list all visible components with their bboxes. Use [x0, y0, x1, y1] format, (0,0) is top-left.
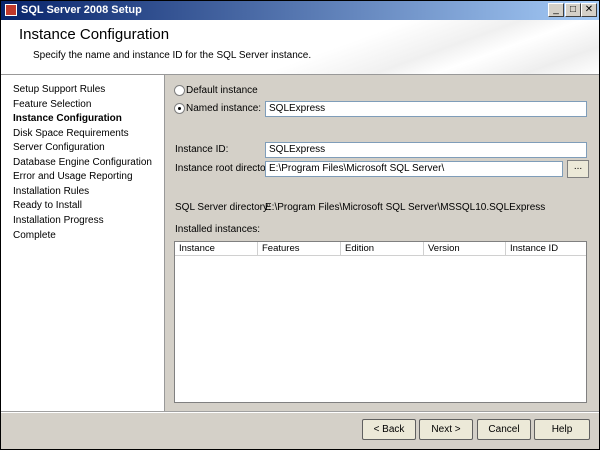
sidebar-item-disk-space-requirements[interactable]: Disk Space Requirements [13, 128, 129, 139]
sidebar-item-instance-configuration[interactable]: Instance Configuration [13, 113, 122, 124]
sidebar-item-setup-support-rules[interactable]: Setup Support Rules [13, 84, 105, 95]
sidebar-item-installation-progress[interactable]: Installation Progress [13, 215, 104, 226]
setup-window: SQL Server 2008 Setup _ □ ✕ Instance Con… [0, 0, 600, 450]
footer-divider [1, 411, 599, 413]
page-title: Instance Configuration [19, 26, 170, 43]
sidebar-item-error-usage-reporting[interactable]: Error and Usage Reporting [13, 171, 133, 182]
default-instance-radio[interactable] [174, 85, 185, 96]
sidebar-item-complete[interactable]: Complete [13, 230, 56, 241]
installed-instances-table[interactable]: Instance Features Edition Version Instan… [174, 241, 587, 403]
minimize-button[interactable]: _ [548, 3, 564, 17]
page-subtitle: Specify the name and instance ID for the… [33, 50, 312, 61]
named-instance-input[interactable]: SQLExpress [265, 101, 587, 117]
column-header-instance[interactable]: Instance [175, 242, 258, 255]
sidebar-item-server-configuration[interactable]: Server Configuration [13, 142, 105, 153]
title-bar[interactable]: SQL Server 2008 Setup _ □ ✕ [1, 1, 599, 20]
window-title: SQL Server 2008 Setup [21, 4, 142, 16]
default-instance-label[interactable]: Default instance [186, 85, 258, 96]
server-directory-label: SQL Server directory: [175, 202, 271, 213]
server-directory-value: E:\Program Files\Microsoft SQL Server\MS… [265, 202, 546, 213]
steps-sidebar: Setup Support Rules Feature Selection In… [1, 75, 165, 411]
installed-instances-label: Installed instances: [175, 224, 261, 235]
sidebar-item-database-engine-configuration[interactable]: Database Engine Configuration [13, 157, 152, 168]
sidebar-item-feature-selection[interactable]: Feature Selection [13, 99, 91, 110]
cancel-button[interactable]: Cancel [477, 419, 531, 440]
sidebar-item-installation-rules[interactable]: Installation Rules [13, 186, 89, 197]
instance-id-input[interactable]: SQLExpress [265, 142, 587, 158]
instance-id-label: Instance ID: [175, 144, 229, 155]
maximize-button[interactable]: □ [565, 3, 581, 17]
help-button[interactable]: Help [534, 419, 590, 440]
table-header: Instance Features Edition Version Instan… [175, 242, 586, 256]
instance-root-label: Instance root directory: [175, 163, 277, 174]
column-header-instance-id[interactable]: Instance ID [506, 242, 586, 255]
instance-root-input[interactable]: E:\Program Files\Microsoft SQL Server\ [265, 161, 563, 177]
browse-button[interactable]: ... [567, 160, 589, 178]
header-banner: Instance Configuration Specify the name … [1, 20, 599, 75]
column-header-version[interactable]: Version [424, 242, 506, 255]
sql-server-app-icon [5, 4, 17, 16]
column-header-edition[interactable]: Edition [341, 242, 424, 255]
sidebar-item-ready-to-install[interactable]: Ready to Install [13, 200, 82, 211]
next-button[interactable]: Next > [419, 419, 473, 440]
back-button[interactable]: < Back [362, 419, 416, 440]
named-instance-radio[interactable] [174, 103, 185, 114]
named-instance-label[interactable]: Named instance: [186, 103, 261, 114]
close-button[interactable]: ✕ [581, 3, 597, 17]
column-header-features[interactable]: Features [258, 242, 341, 255]
